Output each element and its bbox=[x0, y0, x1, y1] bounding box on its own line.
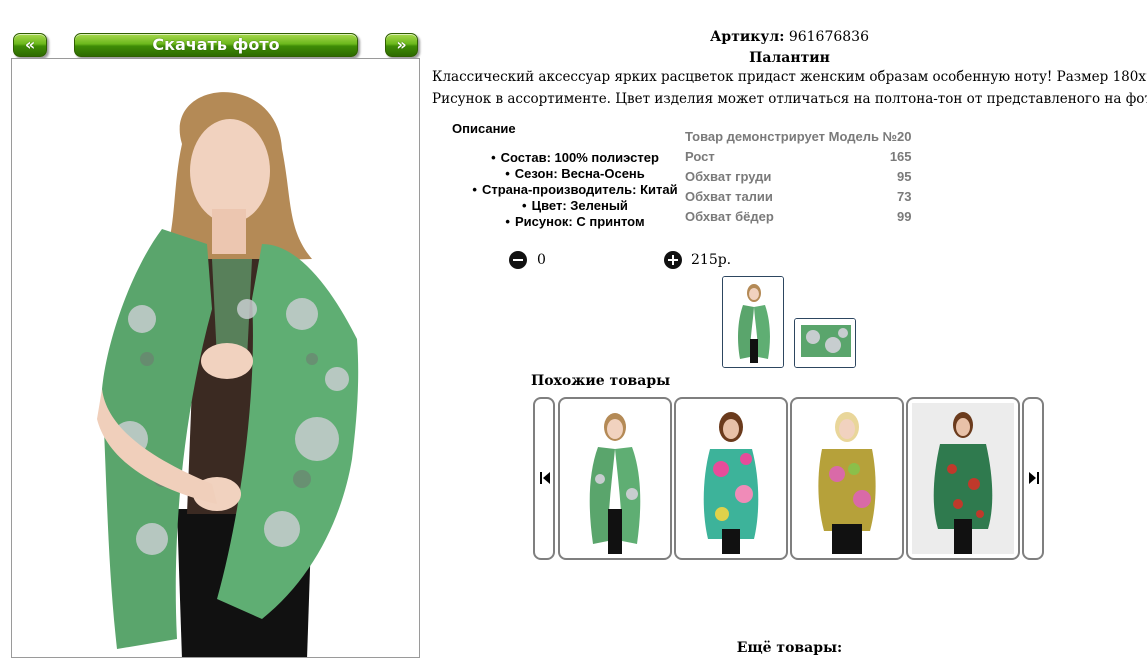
model-measurements-table: Товар демонстрирует Модель №20 Рост 165 … bbox=[685, 127, 912, 227]
specs-heading: Описание bbox=[452, 121, 516, 136]
model-value: 73 bbox=[897, 189, 912, 204]
similar-product-card[interactable] bbox=[558, 397, 672, 560]
model-row-waist: Обхват талии 73 bbox=[685, 187, 912, 207]
model-row-height: Рост 165 bbox=[685, 147, 912, 167]
model-label: Обхват талии bbox=[685, 189, 773, 204]
thumbnail-model[interactable] bbox=[722, 276, 784, 368]
model-value: 99 bbox=[897, 209, 912, 224]
model-row-chest: Обхват груди 95 bbox=[685, 167, 912, 187]
carousel-prev-button[interactable] bbox=[533, 397, 555, 560]
spec-item-composition: Состав: 100% полиэстер bbox=[440, 150, 710, 166]
model-value: 165 bbox=[889, 149, 912, 164]
thumbnail-model-image bbox=[723, 277, 783, 367]
skip-forward-icon bbox=[1029, 472, 1039, 484]
model-heading: Товар демонстрирует Модель №20 bbox=[685, 129, 912, 144]
more-products-heading: Ещё товары: bbox=[736, 640, 843, 656]
product-title: Палантин bbox=[749, 50, 830, 66]
thumbnail-fabric-image bbox=[795, 319, 855, 367]
minus-circle-icon[interactable] bbox=[509, 251, 527, 269]
specs-list: Состав: 100% полиэстер Сезон: Весна-Осен… bbox=[440, 150, 710, 230]
model-label: Обхват бёдер bbox=[685, 209, 774, 224]
similar-products-heading: Похожие товары bbox=[531, 373, 671, 389]
product-description-line-2: Рисунок в ассортименте. Цвет изделия мож… bbox=[432, 91, 1147, 107]
model-photo-illustration bbox=[12, 59, 419, 657]
previous-photo-button[interactable]: « bbox=[13, 33, 47, 57]
similar-product-image bbox=[796, 403, 898, 554]
download-photo-button[interactable]: Скачать фото bbox=[74, 33, 358, 57]
model-label: Рост bbox=[685, 149, 715, 164]
spec-item-pattern: Рисунок: С принтом bbox=[440, 214, 710, 230]
similar-product-card[interactable] bbox=[906, 397, 1020, 560]
carousel-next-button[interactable] bbox=[1022, 397, 1044, 560]
product-description-line-1: Классический аксессуар ярких расцветок п… bbox=[432, 69, 1147, 85]
model-row-hips: Обхват бёдер 99 bbox=[685, 207, 912, 227]
thumbnail-fabric[interactable] bbox=[794, 318, 856, 368]
spec-item-season: Сезон: Весна-Осень bbox=[440, 166, 710, 182]
plus-circle-icon[interactable] bbox=[664, 251, 682, 269]
model-label: Обхват груди bbox=[685, 169, 772, 184]
sku-line: Артикул: 961676836 bbox=[432, 29, 1147, 45]
spec-item-country: Страна-производитель: Китай bbox=[440, 182, 710, 198]
next-photo-button[interactable]: » bbox=[385, 33, 418, 57]
similar-product-image bbox=[564, 403, 666, 554]
similar-product-card[interactable] bbox=[674, 397, 788, 560]
similar-product-card[interactable] bbox=[790, 397, 904, 560]
skip-back-icon bbox=[540, 472, 550, 484]
sku-value: 961676836 bbox=[788, 29, 869, 45]
model-value: 95 bbox=[897, 169, 912, 184]
similar-product-image bbox=[680, 403, 782, 554]
price-value: 215р. bbox=[691, 252, 732, 268]
spec-item-color: Цвет: Зеленый bbox=[440, 198, 710, 214]
main-product-photo[interactable] bbox=[11, 58, 420, 658]
sku-label: Артикул: bbox=[710, 29, 785, 45]
quantity-value: 0 bbox=[537, 252, 546, 268]
similar-product-image bbox=[912, 403, 1014, 554]
